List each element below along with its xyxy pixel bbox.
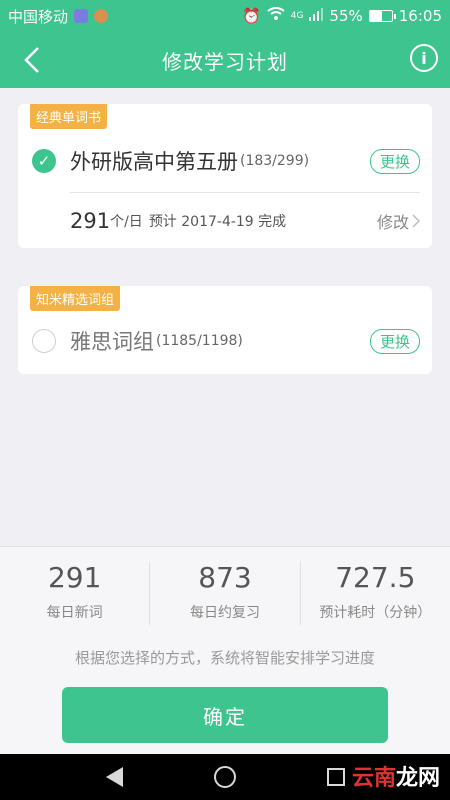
phrase-book-name: 雅思词组 xyxy=(70,330,154,354)
daily-unit: 个/日 xyxy=(110,214,143,230)
chevron-left-icon xyxy=(24,47,39,73)
stat-value: 727.5 xyxy=(335,561,416,594)
stat-value: 873 xyxy=(198,561,252,594)
nav-back-icon[interactable] xyxy=(105,767,123,787)
check-icon[interactable]: ✓ xyxy=(32,149,56,173)
divider xyxy=(70,192,420,193)
stat-label: 每日约复习 xyxy=(189,605,260,621)
confirm-button[interactable]: 确定 xyxy=(62,687,388,743)
edit-label: 修改 xyxy=(376,213,409,232)
chevron-right-icon xyxy=(412,214,420,228)
nav-home-icon[interactable] xyxy=(213,766,236,788)
phrase-book-card: 知米精选词组 雅思词组 (1185/1198) 更换 xyxy=(18,286,432,374)
nav-recent-icon[interactable] xyxy=(326,768,345,786)
classic-wordbook-tag: 经典单词书 xyxy=(30,104,108,129)
signal-type: 4G xyxy=(290,11,304,21)
classic-book-row[interactable]: ✓ 外研版高中第五册 (183/299) 更换 xyxy=(32,146,420,176)
phrase-book-progress: (1185/1198) xyxy=(156,333,243,349)
watermark-red: 云南 xyxy=(351,766,396,791)
app-bar: 修改学习计划 i xyxy=(0,32,450,88)
stat-new-words: 291 每日新词 xyxy=(0,561,151,625)
battery-icon xyxy=(368,10,396,22)
wifi-icon xyxy=(267,7,285,25)
notification-app-icon xyxy=(94,9,109,23)
stat-value: 291 xyxy=(47,561,102,594)
clock: 16:05 xyxy=(398,7,442,25)
unchecked-radio-icon[interactable] xyxy=(32,329,56,353)
stat-label: 每日新词 xyxy=(46,605,103,621)
battery-level xyxy=(369,11,382,21)
carrier-name: 中国移动 xyxy=(8,7,69,26)
change-phrase-button[interactable]: 更换 xyxy=(369,328,420,354)
edit-plan-button[interactable]: 修改 xyxy=(377,209,420,233)
info-icon[interactable]: i xyxy=(410,44,438,72)
battery-percent: 55% xyxy=(329,7,363,25)
finish-estimate: 预计 2017-4-19 完成 xyxy=(148,214,287,230)
status-bar: 中国移动 ⏰ 4G 55% 16:05 xyxy=(0,0,450,32)
back-button[interactable] xyxy=(14,42,50,78)
daily-plan-row[interactable]: 291 个/日 预计 2017-4-19 完成 修改 xyxy=(70,206,420,236)
hint-text: 根据您选择的方式，系统将智能安排学习进度 xyxy=(74,649,375,667)
book-name: 外研版高中第五册 xyxy=(70,150,238,174)
gallery-app-icon xyxy=(74,9,89,23)
page-title: 修改学习计划 xyxy=(162,49,288,74)
alarm-icon: ⏰ xyxy=(242,7,261,25)
book-progress: (183/299) xyxy=(240,153,310,169)
signal-icon xyxy=(309,7,324,25)
stat-time: 727.5 预计耗时（分钟） xyxy=(301,561,450,625)
stat-label: 预计耗时（分钟） xyxy=(319,605,432,621)
classic-wordbook-card: 经典单词书 ✓ 外研版高中第五册 (183/299) 更换 291 个/日 预计… xyxy=(18,104,432,248)
phrase-book-tag: 知米精选词组 xyxy=(30,286,121,311)
daily-count: 291 xyxy=(70,209,111,233)
summary-panel: 291 每日新词 873 每日约复习 727.5 预计耗时（分钟） 根据您选择的… xyxy=(0,546,450,754)
stats-row: 291 每日新词 873 每日约复习 727.5 预计耗时（分钟） xyxy=(0,561,450,625)
stat-review: 873 每日约复习 xyxy=(150,561,301,625)
change-book-button[interactable]: 更换 xyxy=(369,148,420,174)
phrase-book-row[interactable]: 雅思词组 (1185/1198) 更换 xyxy=(32,326,420,356)
info-symbol: i xyxy=(421,48,427,68)
watermark-white: 龙网 xyxy=(395,766,440,791)
watermark-logo: 云南龙网 xyxy=(352,760,440,792)
